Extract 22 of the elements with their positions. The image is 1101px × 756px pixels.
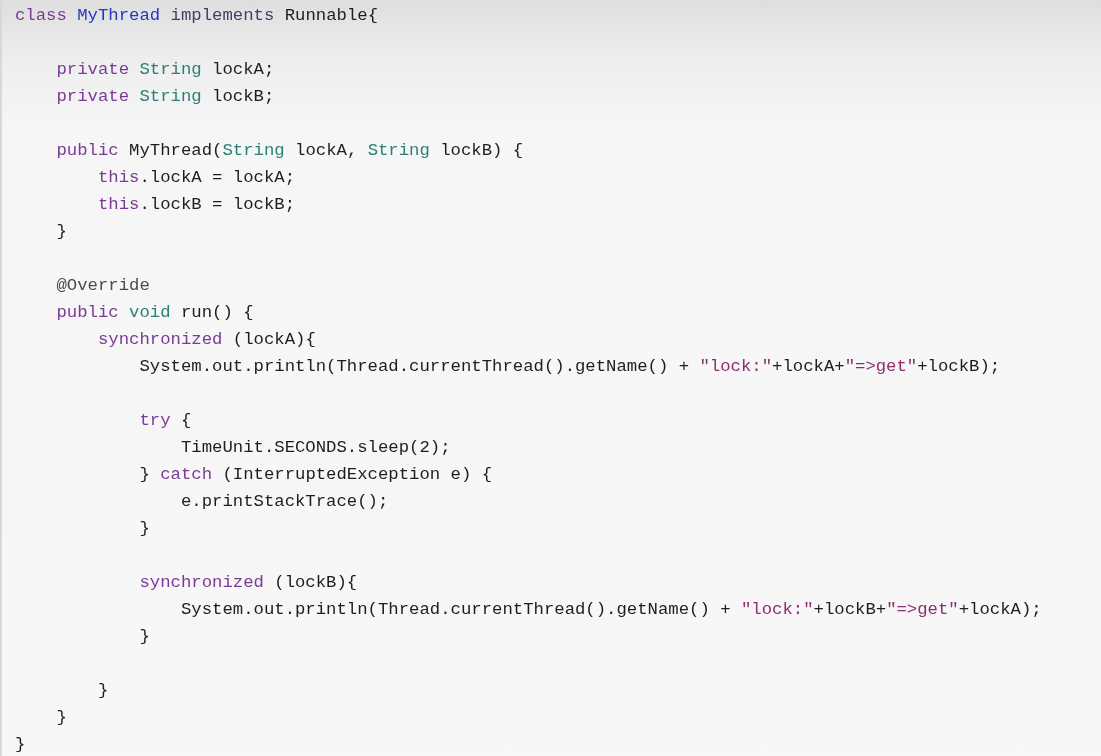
code-line: } [55, 707, 67, 729]
code-line: } catch (InterruptedException e) { [138, 464, 493, 486]
code-line: this.lockA = lockA; [96, 167, 295, 189]
code-line: } [15, 734, 26, 756]
code-line: } [138, 626, 150, 648]
code-line: } [96, 680, 109, 702]
code-line: class MyThread implements Runnable{ [15, 5, 378, 27]
code-line: e.printStackTrace(); [179, 491, 389, 513]
code-line: } [138, 518, 150, 540]
code-line: synchronized (lockB){ [138, 572, 358, 594]
code-line: public MyThread(String lockA, String lockB) { [55, 140, 524, 162]
code-line: TimeUnit.SECONDS.sleep(2); [179, 437, 451, 459]
code-line: this.lockB = lockB; [96, 194, 295, 216]
code-line: } [55, 221, 67, 243]
code-line: try { [138, 410, 192, 432]
code-line: private String lockA; [55, 59, 275, 81]
code-line: System.out.println(Thread.currentThread().getName() + "lock:"+lockA+"=>get"+lockB); [138, 356, 1001, 378]
code-line: private String lockB; [55, 86, 275, 108]
code-line: synchronized (lockA){ [96, 329, 316, 351]
code-line: @Override [55, 275, 150, 297]
code-line: public void run() { [55, 302, 254, 324]
code-line: System.out.println(Thread.currentThread().getName() + "lock:"+lockB+"=>get"+lockA); [179, 599, 1042, 621]
